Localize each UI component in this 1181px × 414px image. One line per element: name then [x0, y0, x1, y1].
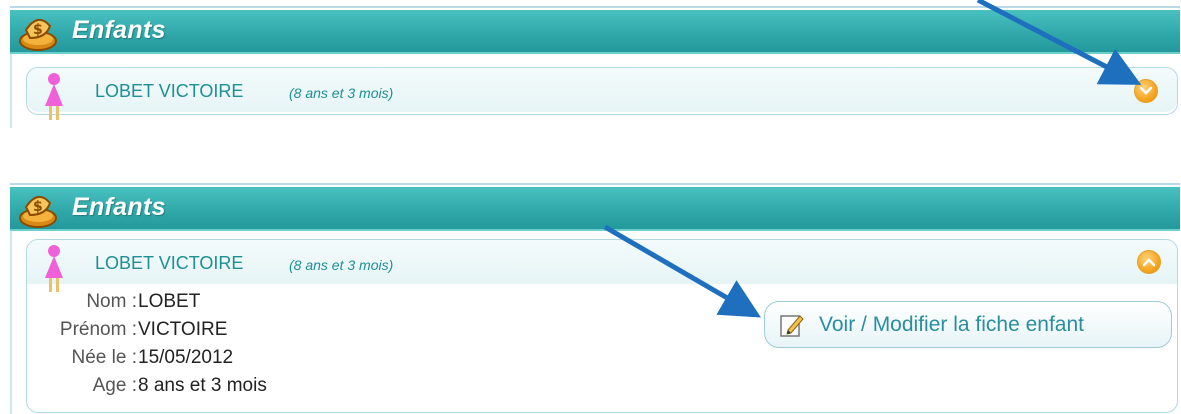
- detail-row-birthdate: Née le : 15/05/2012: [27, 345, 367, 373]
- divider: [10, 183, 1180, 185]
- detail-value: LOBET: [138, 291, 201, 312]
- panel-header: $ Enfants: [10, 187, 1180, 231]
- child-name: LOBET VICTOIRE: [95, 81, 244, 101]
- children-panel-expanded: $ Enfants LOBET VICTOIRE (8 ans et 3 moi…: [10, 183, 1180, 414]
- child-age-note: (8 ans et 3 mois): [289, 257, 394, 273]
- child-row[interactable]: LOBET VICTOIRE (8 ans et 3 mois): [27, 240, 1177, 292]
- girl-icon: [45, 73, 63, 120]
- detail-row-nom: Nom : LOBET: [27, 289, 367, 317]
- detail-row-age: Age : 8 ans et 3 mois: [27, 373, 367, 401]
- expand-toggle-button[interactable]: [1134, 79, 1158, 103]
- panel-title: Enfants: [72, 193, 166, 221]
- edit-button-label: Voir / Modifier la fiche enfant: [819, 313, 1084, 336]
- panel-title: Enfants: [72, 16, 166, 44]
- divider: [10, 6, 1180, 8]
- detail-value: 8 ans et 3 mois: [138, 375, 267, 396]
- detail-label: Nom :: [86, 291, 137, 312]
- chevron-up-icon: [1143, 258, 1155, 267]
- detail-row-prenom: Prénom : VICTOIRE: [27, 317, 367, 345]
- child-name: LOBET VICTOIRE: [95, 253, 244, 273]
- detail-label: Née le :: [71, 347, 137, 368]
- svg-text:$: $: [33, 199, 43, 215]
- child-row[interactable]: LOBET VICTOIRE (8 ans et 3 mois): [27, 68, 1177, 120]
- child-card[interactable]: LOBET VICTOIRE (8 ans et 3 mois): [26, 67, 1178, 120]
- panel-header: $ Enfants: [10, 10, 1180, 54]
- detail-value: VICTOIRE: [138, 319, 228, 340]
- child-card: LOBET VICTOIRE (8 ans et 3 mois) Nom : L…: [26, 239, 1178, 413]
- child-details: Nom : LOBET Prénom : VICTOIRE Née le : 1…: [27, 289, 367, 401]
- child-age-note: (8 ans et 3 mois): [289, 85, 394, 101]
- collapse-toggle-button[interactable]: [1137, 250, 1161, 274]
- detail-value: 15/05/2012: [138, 347, 234, 368]
- chevron-down-icon: [1140, 86, 1152, 95]
- edit-child-record-button[interactable]: Voir / Modifier la fiche enfant: [764, 301, 1172, 348]
- money-bag-icon: $: [19, 19, 57, 51]
- detail-label: Prénom :: [59, 319, 137, 340]
- detail-label: Age :: [92, 375, 137, 396]
- pencil-note-icon: [780, 315, 804, 337]
- svg-text:$: $: [33, 22, 43, 38]
- money-bag-icon: $: [19, 196, 57, 228]
- children-panel-collapsed: $ Enfants LOBET VICTOIRE (8 ans et 3 moi…: [10, 0, 1180, 128]
